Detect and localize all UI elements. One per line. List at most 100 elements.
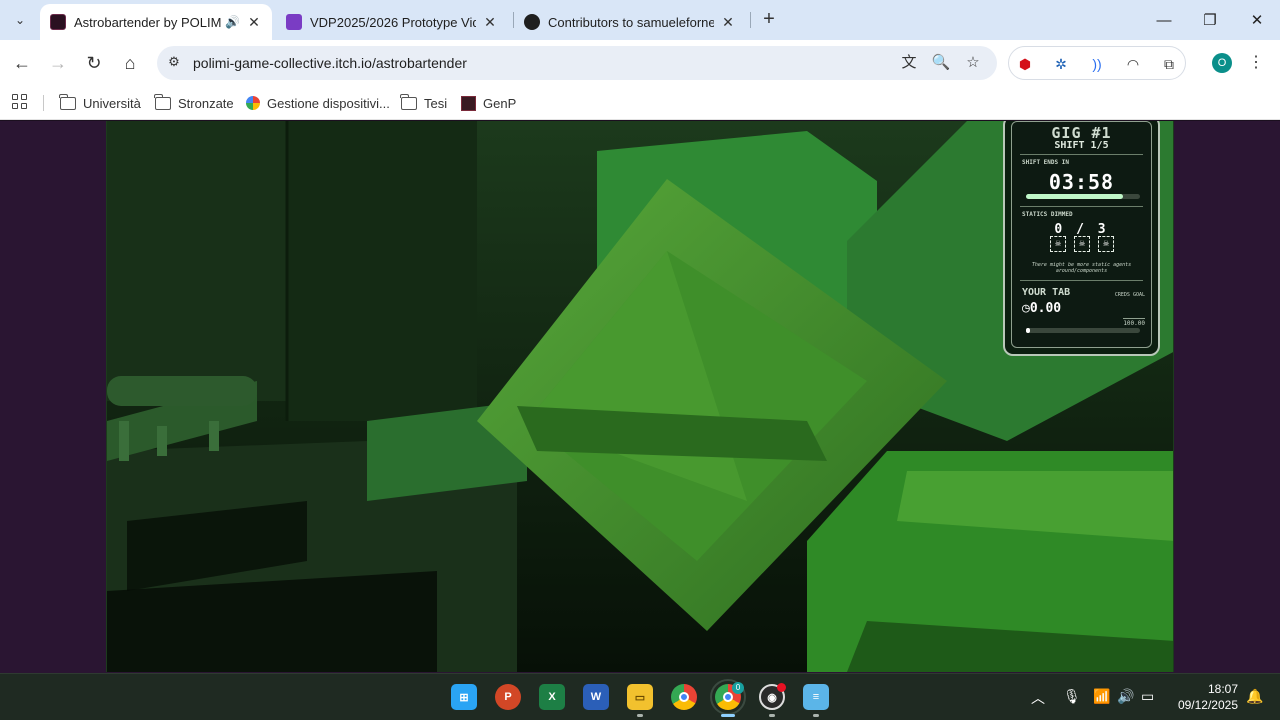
excel-icon[interactable]: X xyxy=(539,684,565,710)
minimize-icon[interactable]: — xyxy=(1141,6,1187,34)
hud-inner-frame: GIG #1 SHIFT 1/5 SHIFT ENDS IN 03:58 STA… xyxy=(1011,121,1152,348)
hud-statics-count: 0 / 3 xyxy=(1054,222,1109,237)
ublock-icon[interactable]: ⬢ xyxy=(1015,54,1035,74)
battery-icon[interactable]: ▭ xyxy=(1141,688,1154,705)
hud-tab-bar-fill xyxy=(1026,328,1030,333)
hud-tab-bar xyxy=(1026,328,1140,333)
tab-title: Astrobartender by POLIMI Game Collective xyxy=(74,14,222,30)
apps-grid-icon[interactable] xyxy=(12,94,28,110)
game-canvas[interactable]: GIG #1 SHIFT 1/5 SHIFT ENDS IN 03:58 STA… xyxy=(106,121,1174,672)
hud-note: There might be more static agents around… xyxy=(1031,262,1132,274)
notifications-icon[interactable]: 🔔 xyxy=(1246,688,1263,705)
translate-icon[interactable]: 文 xyxy=(899,53,919,73)
bookmark-universita[interactable]: Università xyxy=(59,92,141,114)
bookmark-tesi[interactable]: Tesi xyxy=(400,92,448,114)
extensions-group: ⬢ ✲ )) ◠ ⧉ xyxy=(1008,46,1186,80)
hud-shift-label: SHIFT 1/5 xyxy=(1054,140,1109,151)
genp-icon xyxy=(461,95,476,111)
microphone-icon[interactable]: 🎙 xyxy=(1063,688,1081,705)
extension-blue-icon[interactable]: ✲ xyxy=(1051,54,1071,74)
hud-divider xyxy=(1020,154,1143,155)
hud-shift-ends-label: SHIFT ENDS IN xyxy=(1022,159,1069,166)
chrome-profile-badge: 0 xyxy=(732,682,744,694)
bookmark-star-icon[interactable]: ☆ xyxy=(963,53,983,73)
windows-start-icon[interactable]: ⊞ xyxy=(451,684,477,710)
hud-goal-value: 100.00 xyxy=(1123,318,1145,327)
reload-icon[interactable]: ↻ xyxy=(80,49,108,77)
tab-search-chevron-icon[interactable]: ⌄ xyxy=(8,8,32,32)
skull-icon: ☠ xyxy=(1050,236,1066,252)
kebab-menu-icon[interactable]: ⋮ xyxy=(1248,52,1264,74)
new-tab-plus-icon[interactable]: + xyxy=(758,8,780,32)
tab-contributors[interactable]: Contributors to samueleforner/ ✕ xyxy=(514,4,746,40)
clock-time: 18:07 xyxy=(1207,682,1238,696)
folder-icon xyxy=(154,93,171,110)
back-arrow-icon[interactable]: ← xyxy=(8,49,36,77)
powerpoint-icon[interactable]: P xyxy=(495,684,521,710)
tab-vdp-videos[interactable]: VDP2025/2026 Prototype Videos ✕ xyxy=(276,4,508,40)
github-favicon xyxy=(524,14,540,30)
bookmarks-bar: Università Stronzate Gestione dispositiv… xyxy=(0,86,1280,120)
folder-icon xyxy=(400,93,417,110)
forms-favicon xyxy=(286,14,302,30)
extensions-puzzle-icon[interactable]: ⧉ xyxy=(1159,54,1179,74)
app-running-indicator xyxy=(813,714,819,717)
word-icon[interactable]: W xyxy=(583,684,609,710)
hud-goal-label: CREDS GOAL xyxy=(1114,292,1145,298)
bookmark-label: Università xyxy=(83,95,141,111)
skull-icon: ☠ xyxy=(1074,236,1090,252)
audio-extension-icon[interactable]: )) xyxy=(1087,54,1107,74)
bookmark-label: Stronzate xyxy=(178,95,234,111)
volume-icon[interactable]: 🔊 xyxy=(1117,688,1134,705)
speaker-icon[interactable]: 🔊 xyxy=(225,15,240,29)
hud-timer-bar xyxy=(1026,194,1140,199)
site-info-icon[interactable]: ⚙ xyxy=(165,54,183,72)
windows-taskbar: ⊞ P X W ▭ 0 ◉ ≡ ︿ 🎙 📶 🔊 ▭ 18:07 09/12/20… xyxy=(0,673,1280,720)
app-running-indicator xyxy=(637,714,643,717)
zoom-icon[interactable]: 🔍 xyxy=(931,53,951,73)
file-explorer-icon[interactable]: ▭ xyxy=(627,684,653,710)
bookmark-genp[interactable]: GenP xyxy=(461,92,516,114)
clock-date: 09/12/2025 xyxy=(1177,698,1238,712)
wifi-icon[interactable]: 📶 xyxy=(1093,688,1110,705)
restore-icon[interactable]: ❐ xyxy=(1187,6,1233,34)
browser-toolbar: ← → ↻ ⌂ ⚙ polimi-game-collective.itch.io… xyxy=(0,40,1280,86)
hud-your-tab-label: YOUR TAB xyxy=(1022,287,1071,298)
folder-icon xyxy=(59,93,76,110)
forward-arrow-icon[interactable]: → xyxy=(44,49,72,77)
close-tab-icon[interactable]: ✕ xyxy=(246,14,262,31)
system-clock[interactable]: 18:07 09/12/2025 xyxy=(1168,681,1238,713)
tab-title: Contributors to samueleforner/ xyxy=(548,14,714,30)
recording-badge xyxy=(777,683,786,692)
hud-tab-value: ◷0.00 xyxy=(1022,301,1062,316)
speed-extension-icon[interactable]: ◠ xyxy=(1123,54,1143,74)
profile-avatar[interactable]: O xyxy=(1212,53,1232,73)
show-hidden-icons-chevron-icon[interactable]: ︿ xyxy=(1031,688,1045,708)
close-tab-icon[interactable]: ✕ xyxy=(482,14,498,31)
close-window-icon[interactable]: ✕ xyxy=(1234,6,1280,34)
game-hud-panel: GIG #1 SHIFT 1/5 SHIFT ENDS IN 03:58 STA… xyxy=(1003,121,1160,356)
home-icon[interactable]: ⌂ xyxy=(116,49,144,77)
page-background: GIG #1 SHIFT 1/5 SHIFT ENDS IN 03:58 STA… xyxy=(0,121,1280,673)
google-admin-icon xyxy=(246,96,260,110)
hud-statics-label: STATICS DIMMED xyxy=(1022,211,1073,218)
address-bar[interactable]: ⚙ polimi-game-collective.itch.io/astroba… xyxy=(157,46,997,80)
tab-strip: ⌄ Astrobartender by POLIMI Game Collecti… xyxy=(0,0,1280,40)
bookmark-gestione-dispositivi[interactable]: Gestione dispositivi... xyxy=(246,92,390,114)
bookmark-stronzate[interactable]: Stronzate xyxy=(154,92,234,114)
bookmark-label: Tesi xyxy=(424,95,448,111)
skull-icon: ☠ xyxy=(1098,236,1114,252)
notepad-icon[interactable]: ≡ xyxy=(803,684,829,710)
hud-timer-bar-fill xyxy=(1026,194,1123,199)
url-text[interactable]: polimi-game-collective.itch.io/astrobart… xyxy=(193,55,467,71)
bookmark-label: GenP xyxy=(483,95,517,111)
close-tab-icon[interactable]: ✕ xyxy=(720,14,736,31)
bookmark-label: Gestione dispositivi... xyxy=(267,95,390,111)
hud-divider xyxy=(1020,206,1143,207)
app-running-indicator xyxy=(769,714,775,717)
bookmarks-separator xyxy=(43,95,44,111)
hud-tab-amount: 0.00 xyxy=(1029,301,1062,316)
chrome-icon[interactable] xyxy=(671,684,697,710)
tab-astrobartender[interactable]: Astrobartender by POLIMI Game Collective… xyxy=(40,4,272,40)
tab-separator xyxy=(750,12,751,28)
